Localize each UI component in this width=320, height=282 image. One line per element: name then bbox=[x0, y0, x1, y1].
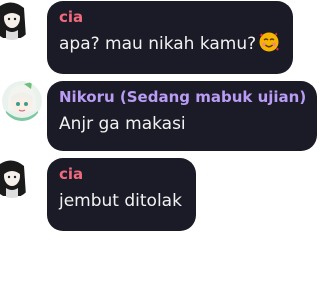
user-avatar-icon bbox=[2, 81, 42, 121]
cia-avatar[interactable] bbox=[0, 158, 32, 198]
author-name[interactable]: cia bbox=[59, 164, 184, 184]
message-text: Anjr ga makasi bbox=[59, 114, 186, 134]
message-text: jembut ditolak bbox=[59, 191, 182, 211]
message-text: apa? mau nikah kamu? bbox=[59, 31, 281, 61]
message-text-content: apa? mau nikah kamu? bbox=[59, 34, 257, 54]
message-bubble: Nikoru (Sedang mabuk ujian) Anjr ga maka… bbox=[47, 81, 317, 151]
user-avatar-icon bbox=[0, 2, 26, 40]
author-name[interactable]: Nikoru (Sedang mabuk ujian) bbox=[59, 87, 306, 107]
cia-avatar[interactable] bbox=[0, 0, 32, 40]
smiling-face-with-hearts-icon bbox=[258, 31, 280, 61]
author-name[interactable]: cia bbox=[59, 7, 281, 27]
nikoru-avatar[interactable] bbox=[2, 81, 42, 121]
message-bubble: cia apa? mau nikah kamu? bbox=[47, 1, 293, 74]
message-bubble: cia jembut ditolak bbox=[47, 158, 196, 231]
user-avatar-icon bbox=[0, 160, 26, 198]
